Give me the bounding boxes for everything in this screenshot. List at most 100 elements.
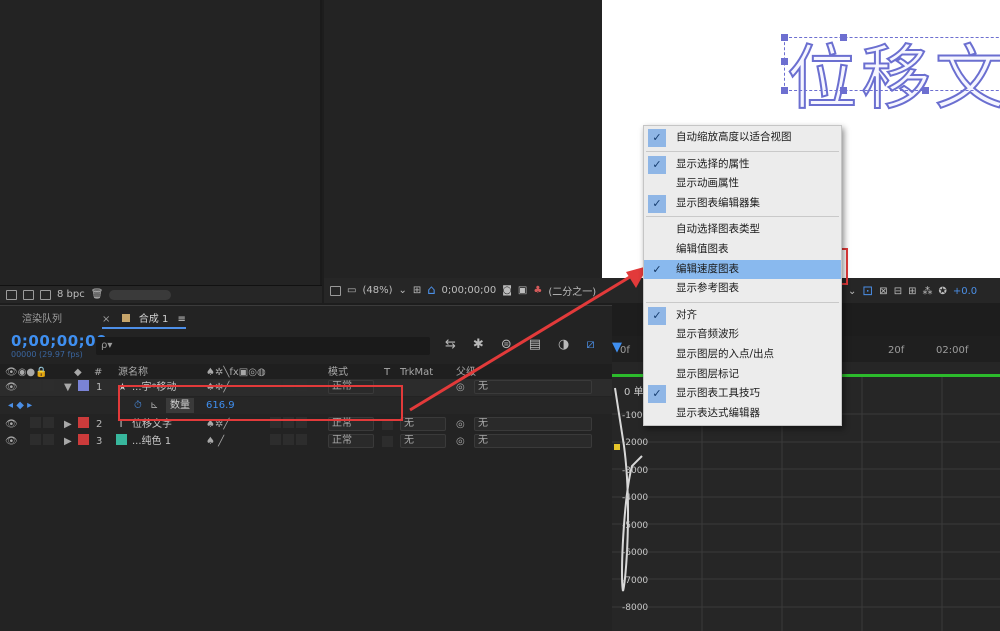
flowchart-icon[interactable]: ⁂ xyxy=(922,286,932,297)
y-axis-label: -5000 xyxy=(622,521,649,531)
layer-label-color[interactable] xyxy=(78,434,89,445)
menu-item[interactable]: 显示表达式编辑器 xyxy=(644,404,841,424)
project-footer: 8 bpc 🗑 xyxy=(0,285,322,303)
expand-icon[interactable]: ▶ xyxy=(64,434,72,449)
menu-item[interactable]: 显示参考图表 xyxy=(644,279,841,299)
timeline-fps: 00000 (29.97 fps) xyxy=(11,350,83,359)
menu-item-label: 显示图层的入点/出点 xyxy=(676,347,775,360)
bpc-label[interactable]: 8 bpc xyxy=(57,289,85,300)
menu-separator xyxy=(646,301,839,303)
menu-item[interactable]: ✓ 自动缩放高度以适合视图 xyxy=(644,128,841,148)
y-axis-label: -7000 xyxy=(622,576,649,586)
project-panel xyxy=(0,0,322,285)
col-num: # xyxy=(94,367,103,378)
menu-item[interactable]: 编辑值图表 xyxy=(644,240,841,260)
solid-swatch-icon xyxy=(116,434,127,445)
ruler-label: 20f xyxy=(888,345,905,356)
col-source-name[interactable]: 源名称 xyxy=(118,365,148,380)
annotation-arrow xyxy=(409,266,648,412)
selection-handle-bl[interactable] xyxy=(781,87,788,94)
tab-composition[interactable]: × 合成 1 ≡ xyxy=(102,310,186,329)
menu-item-label: 显示动画属性 xyxy=(676,177,739,190)
selection-box[interactable] xyxy=(784,37,1000,91)
transparency-grid-icon[interactable]: ⊠ xyxy=(879,286,887,297)
close-icon[interactable]: × xyxy=(102,314,110,325)
check-icon: ✓ xyxy=(648,306,666,325)
check-icon: ✓ xyxy=(648,385,666,404)
monitor-icon[interactable]: ▭ xyxy=(347,285,356,296)
new-composition-icon[interactable] xyxy=(40,289,51,300)
layer-number: 3 xyxy=(96,436,103,447)
trash-icon[interactable]: 🗑 xyxy=(91,289,104,300)
layer-switches[interactable]: ♠ ╱ xyxy=(206,434,224,449)
search-input[interactable]: ρ▾ xyxy=(96,337,430,355)
table-row[interactable]: 👁 ▶ 3 ...纯色 1 ♠ ╱ 正常 无 ◎ 无 xyxy=(0,433,612,450)
menu-separator xyxy=(646,216,839,218)
menu-item-label: 显示选择的属性 xyxy=(676,157,750,170)
layer-label-color[interactable] xyxy=(78,380,89,391)
layer-label-color[interactable] xyxy=(78,417,89,428)
pickwhip-icon[interactable]: ◎ xyxy=(456,434,465,449)
chevron-down-icon[interactable]: ⌄ xyxy=(848,286,856,297)
menu-item-label: 显示图表编辑器集 xyxy=(676,196,760,209)
eye-icon[interactable]: 👁 xyxy=(5,380,18,395)
check-icon: ✓ xyxy=(648,129,666,147)
selection-handle-tm[interactable] xyxy=(840,34,847,41)
menu-item-label: 显示表达式编辑器 xyxy=(676,406,760,419)
menu-item[interactable]: 显示动画属性 xyxy=(644,174,841,194)
mode-select[interactable]: 正常 xyxy=(328,434,374,448)
ruler-label: 02:00f xyxy=(936,345,969,356)
selection-handle-ml[interactable] xyxy=(781,58,788,65)
menu-item[interactable]: ✓ 显示图表工具技巧 xyxy=(644,384,841,404)
menu-item[interactable]: ✓ 对齐 xyxy=(644,306,841,326)
timeline-timecode[interactable]: 0;00;00;00 xyxy=(11,332,107,350)
parent-select[interactable]: 无 xyxy=(474,434,592,448)
new-folder-icon[interactable] xyxy=(23,289,34,300)
exposure-icon[interactable]: ✪ xyxy=(938,286,946,297)
menu-item-label: 显示图层标记 xyxy=(676,367,739,380)
tab-composition-label: 合成 1 xyxy=(138,314,169,325)
expand-icon[interactable]: ▼ xyxy=(64,380,72,395)
selection-handle-tl[interactable] xyxy=(781,34,788,41)
tab-render-queue[interactable]: 渲染队列 xyxy=(22,310,62,329)
y-axis-label: -2000 xyxy=(622,438,649,448)
always-preview-icon[interactable] xyxy=(330,285,341,296)
menu-item[interactable]: ✓ 显示选择的属性 xyxy=(644,155,841,175)
menu-item[interactable]: 自动选择图表类型 xyxy=(644,220,841,240)
menu-item-label: 自动选择图表类型 xyxy=(676,223,760,236)
expand-icon[interactable]: ▶ xyxy=(64,417,72,432)
trkmat-select[interactable]: 无 xyxy=(400,434,446,448)
menu-item-label: 编辑值图表 xyxy=(676,242,729,255)
menu-item[interactable]: ✓ 显示图表编辑器集 xyxy=(644,194,841,214)
layer-name[interactable]: ...纯色 1 xyxy=(132,434,171,449)
layout-icon[interactable]: ⊞ xyxy=(908,286,916,297)
check-icon: ✓ xyxy=(652,262,662,276)
col-t: T xyxy=(384,367,391,378)
interpret-footage-icon[interactable] xyxy=(6,289,17,300)
eye-icon[interactable]: 👁 xyxy=(5,434,18,449)
menu-item-label: 编辑速度图表 xyxy=(676,262,739,275)
eye-icon[interactable]: 👁 xyxy=(5,417,18,432)
graph-options-menu: ✓ 自动缩放高度以适合视图 ✓ 显示选择的属性 显示动画属性 ✓ 显示图表编辑器集 自动选择图… xyxy=(643,125,842,426)
region-of-interest-icon[interactable]: ⊡ xyxy=(862,284,873,299)
label-icon: ◆ xyxy=(74,367,82,378)
thumbnail-slider[interactable] xyxy=(109,289,172,300)
menu-item[interactable]: 显示图层的入点/出点 xyxy=(644,345,841,365)
panel-menu-icon[interactable]: ≡ xyxy=(178,314,186,325)
selection-handle-bm2[interactable] xyxy=(922,87,929,94)
zoom-select[interactable]: (48%) xyxy=(362,285,392,296)
keyframe-handle[interactable] xyxy=(614,444,620,450)
3d-view-icon[interactable]: ⊟ xyxy=(894,286,902,297)
exposure-value[interactable]: +0.0 xyxy=(953,286,977,297)
annotation-box-property xyxy=(118,385,403,421)
menu-item[interactable]: 显示图层标记 xyxy=(644,365,841,385)
menu-item[interactable]: 显示音频波形 xyxy=(644,325,841,345)
composition-panel-dark xyxy=(324,0,602,285)
av-switches-icon: 👁◉●🔒 xyxy=(5,367,48,378)
selection-handle-bm[interactable] xyxy=(840,87,847,94)
switches-icons: ♠✲╲fx▣◎◍ xyxy=(206,367,266,378)
menu-item[interactable]: ✓ 编辑速度图表 xyxy=(644,259,841,280)
check-icon: ✓ xyxy=(648,194,666,213)
y-axis-label: -6000 xyxy=(622,548,649,558)
keyframe-nav-icon[interactable]: ◂ ◆ ▸ xyxy=(8,398,32,413)
